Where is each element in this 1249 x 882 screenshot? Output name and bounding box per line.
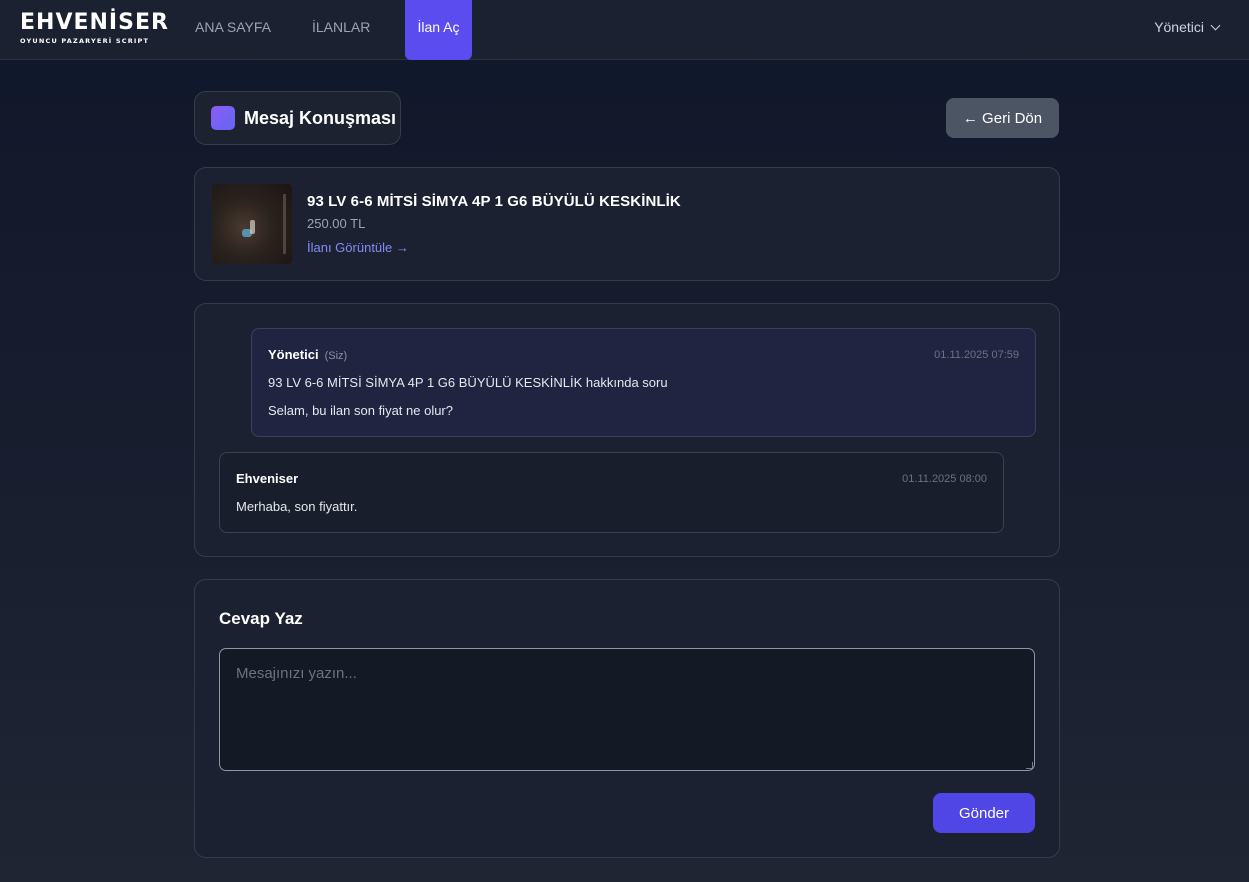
listing-card: 93 LV 6-6 MİTSİ SİMYA 4P 1 G6 BÜYÜLÜ KES…: [194, 167, 1060, 281]
resize-handle-icon[interactable]: [1026, 762, 1033, 769]
reply-textarea[interactable]: [219, 648, 1035, 771]
page-title-chip: Mesaj Konuşması: [194, 91, 401, 145]
message-author-name: Ehveniser: [236, 471, 299, 486]
site-logo[interactable]: EHVENİSER OYUNCU PAZARYERİ SCRIPT: [20, 10, 169, 48]
top-navbar: EHVENİSER OYUNCU PAZARYERİ SCRIPT ANA SA…: [0, 0, 1249, 60]
view-listing-link[interactable]: İlanı Görüntüle →: [307, 240, 409, 255]
message-body: Selam, bu ilan son fiyat ne olur?: [268, 403, 453, 418]
nav-home-link[interactable]: ANA SAYFA: [195, 0, 271, 60]
thumbnail-detail: [283, 194, 286, 254]
thumbnail-detail: [250, 220, 255, 234]
message-timestamp: 01.11.2025 08:00: [902, 473, 987, 485]
listing-title: 93 LV 6-6 MİTSİ SİMYA 4P 1 G6 BÜYÜLÜ KES…: [307, 193, 681, 210]
message-author: Yönetici (Siz): [268, 347, 347, 362]
send-button[interactable]: Gönder: [933, 793, 1035, 833]
user-menu[interactable]: Yönetici: [1154, 0, 1221, 54]
back-button-label: ← Geri Dön: [962, 109, 1043, 127]
nav-listings-link[interactable]: İLANLAR: [312, 0, 370, 60]
back-button[interactable]: ← Geri Dön: [946, 98, 1059, 138]
nav-open-listing-button[interactable]: İlan Aç: [405, 0, 472, 60]
logo-tagline: OYUNCU PAZARYERİ SCRIPT: [20, 37, 150, 45]
message-author-name: Yönetici: [268, 347, 319, 362]
message-item: Yönetici (Siz) 01.11.2025 07:59 93 LV 6-6…: [251, 328, 1036, 437]
message-body: Merhaba, son fiyattır.: [236, 499, 358, 514]
message-icon: [211, 106, 235, 130]
user-menu-label: Yönetici: [1154, 19, 1204, 35]
message-item: Ehveniser 01.11.2025 08:00 Merhaba, son …: [219, 452, 1004, 533]
self-tag: (Siz): [324, 350, 348, 362]
logo-wordmark: EHVENİSER: [20, 10, 169, 35]
message-timestamp: 01.11.2025 07:59: [934, 349, 1019, 361]
conversation-card: Yönetici (Siz) 01.11.2025 07:59 93 LV 6-6…: [194, 303, 1060, 557]
listing-price: 250.00 TL: [307, 216, 366, 231]
chevron-down-icon: [1210, 20, 1221, 30]
message-subject: 93 LV 6-6 MİTSİ SİMYA 4P 1 G6 BÜYÜLÜ KES…: [268, 375, 668, 390]
reply-heading: Cevap Yaz: [219, 609, 303, 628]
reply-card: Cevap Yaz Gönder: [194, 579, 1060, 858]
listing-thumbnail[interactable]: [212, 184, 292, 264]
page-title: Mesaj Konuşması: [244, 107, 397, 128]
